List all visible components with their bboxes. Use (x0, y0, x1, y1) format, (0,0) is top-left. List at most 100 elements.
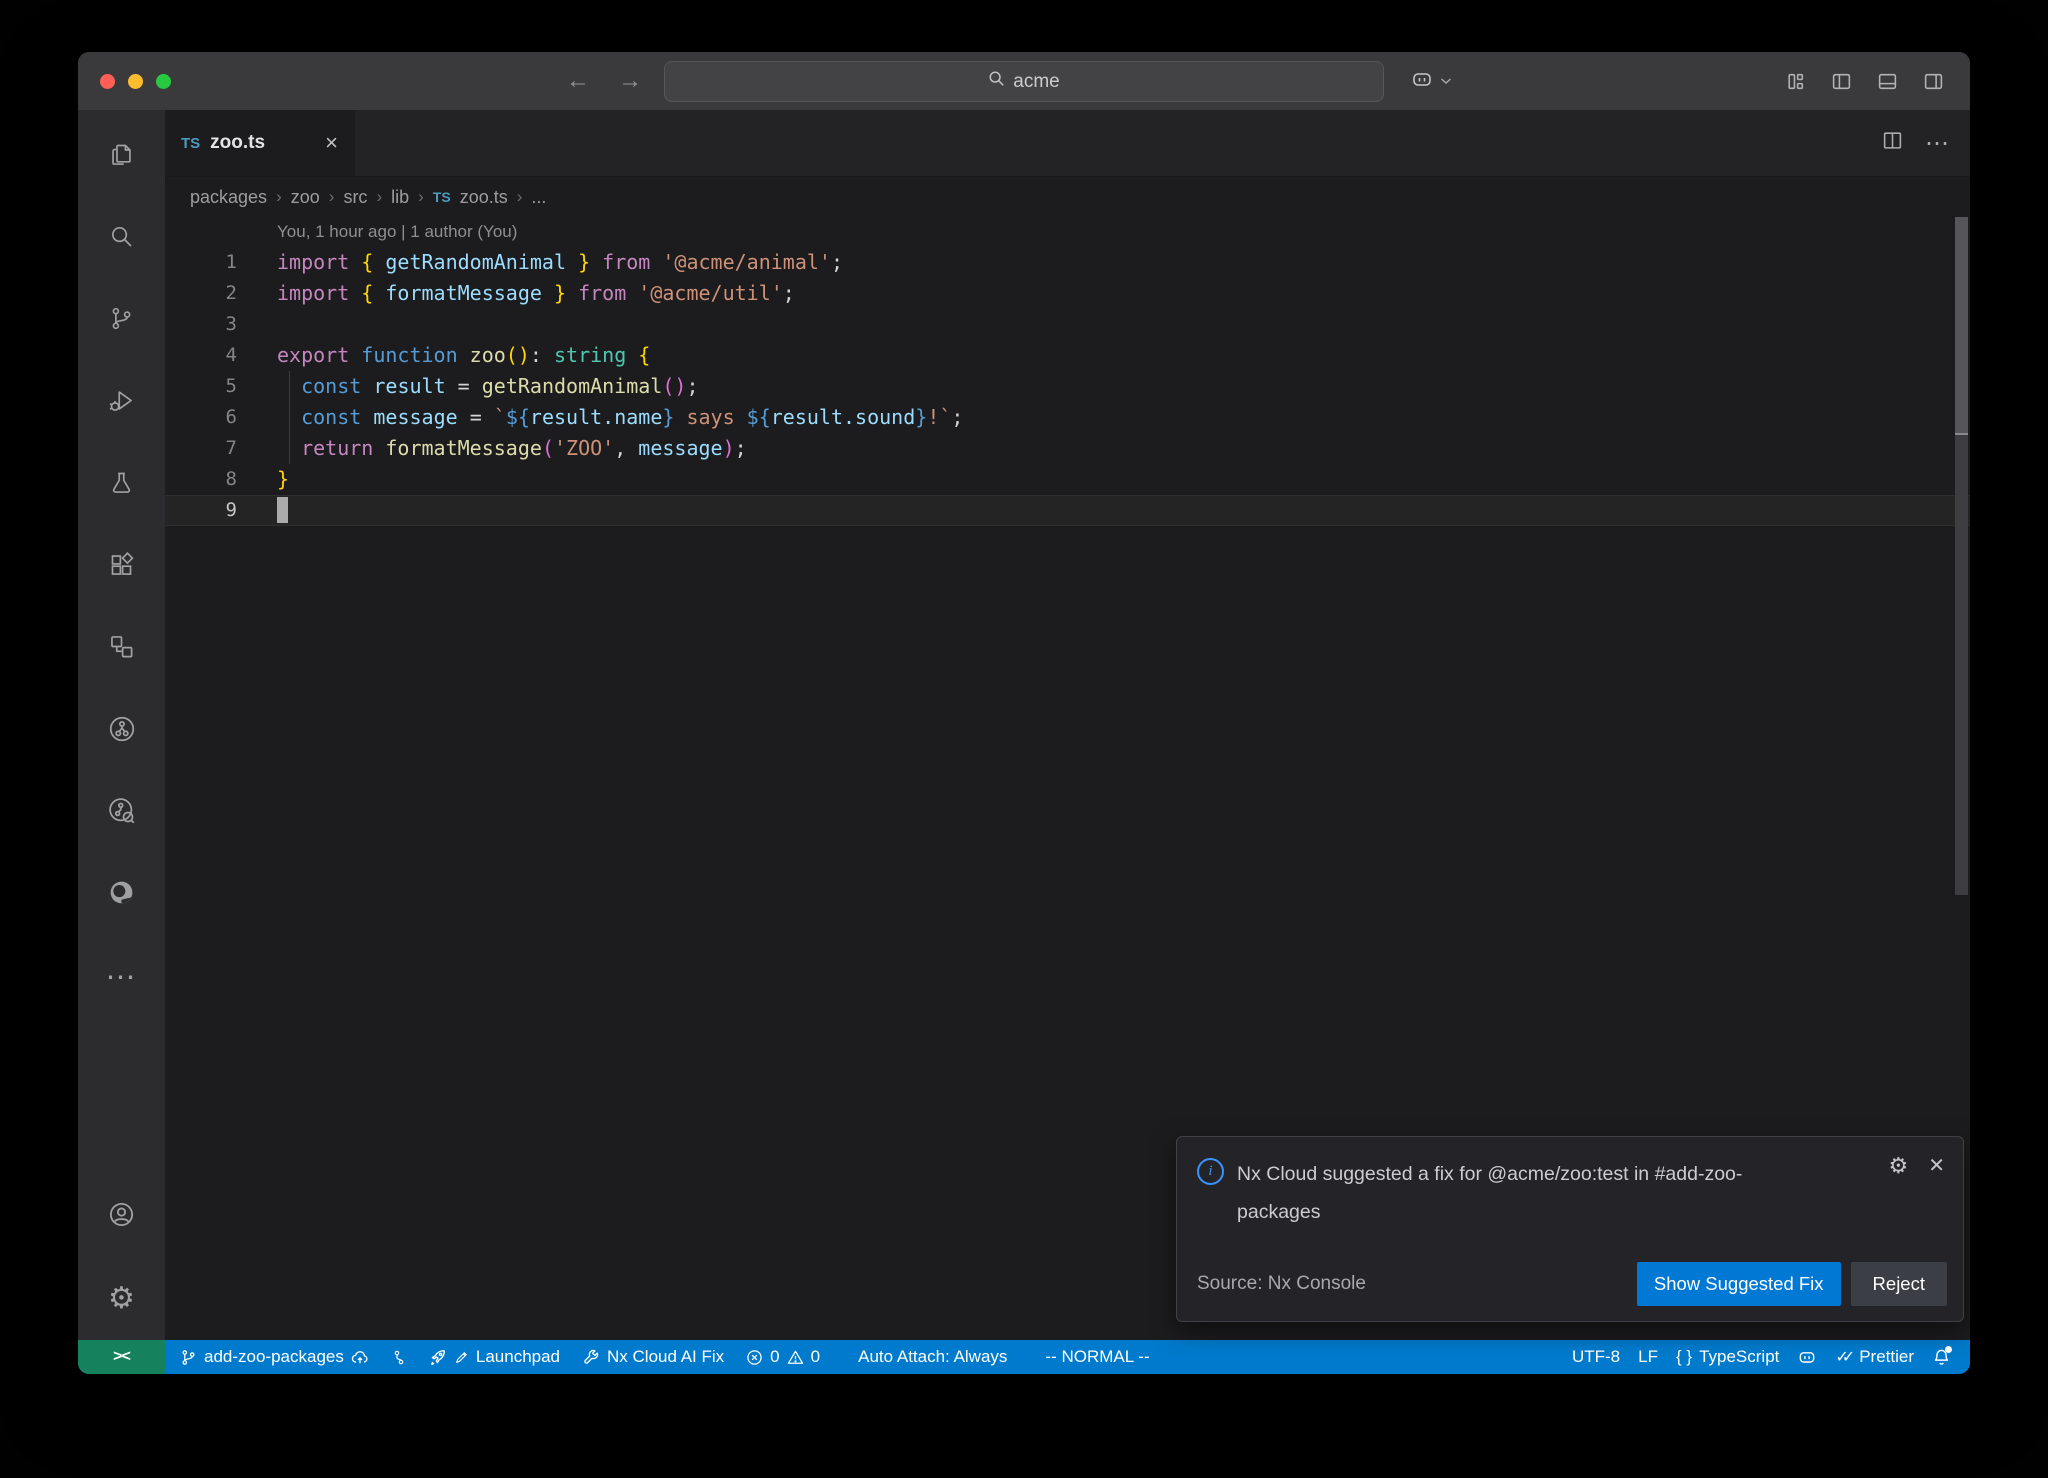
copilot-icon (1797, 1347, 1817, 1367)
code-line[interactable]: 3 (165, 309, 1970, 340)
eol-status-item[interactable]: LF (1629, 1340, 1667, 1374)
back-button[interactable]: ← (566, 67, 590, 95)
customize-layout-icon[interactable] (1785, 71, 1806, 92)
breadcrumb-item[interactable]: src (343, 187, 367, 208)
auto-attach-status-item[interactable]: Auto Attach: Always (849, 1340, 1016, 1374)
search-value: acme (1013, 71, 1059, 93)
indent-guide (289, 371, 290, 464)
info-icon: i (1197, 1158, 1224, 1185)
launchpad-status-item[interactable]: Launchpad (420, 1340, 569, 1374)
code-line[interactable]: 2import { formatMessage } from '@acme/ut… (165, 278, 1970, 309)
encoding-status-item[interactable]: UTF-8 (1563, 1340, 1629, 1374)
line-number[interactable]: 4 (165, 340, 237, 371)
more-icon: ⋯ (106, 960, 138, 995)
copilot-status-item[interactable] (1788, 1340, 1826, 1374)
git-graph-search-icon (107, 796, 137, 831)
copilot-menu[interactable] (1410, 52, 1452, 110)
chevron-down-icon (1440, 72, 1452, 90)
more-actions-icon[interactable]: ⋯ (1925, 129, 1950, 158)
account-button[interactable] (78, 1176, 165, 1258)
remote-indicator[interactable]: >< (78, 1340, 165, 1374)
breadcrumb-item[interactable]: lib (391, 187, 409, 208)
search-icon (108, 223, 135, 255)
vim-mode-status-item[interactable]: -- NORMAL -- (1036, 1340, 1158, 1374)
search-icon (988, 70, 1005, 93)
code-line[interactable]: 7 return formatMessage('ZOO', message); (165, 433, 1970, 464)
line-number[interactable]: 5 (165, 371, 237, 402)
notifications-bell-item[interactable] (1923, 1340, 1960, 1374)
sidebar-item-search[interactable] (78, 198, 165, 280)
code-line[interactable]: 8} (165, 464, 1970, 495)
git-graph-status-item[interactable] (382, 1340, 416, 1374)
line-number[interactable]: 7 (165, 433, 237, 464)
reject-button[interactable]: Reject (1851, 1262, 1947, 1306)
braces-icon: { } (1676, 1347, 1692, 1367)
minimize-window-button[interactable] (128, 74, 143, 89)
split-editor-icon[interactable] (1882, 130, 1903, 156)
close-window-button[interactable] (100, 74, 115, 89)
chevron-right-icon: › (517, 187, 523, 207)
sidebar-item-more[interactable]: ⋯ (78, 936, 165, 1018)
gear-icon: ⚙ (108, 1284, 135, 1314)
forward-button[interactable]: → (618, 67, 642, 95)
settings-button[interactable]: ⚙ (78, 1258, 165, 1340)
problems-status-item[interactable]: 0 0 (737, 1340, 829, 1374)
zoom-window-button[interactable] (156, 74, 171, 89)
code-line[interactable]: 9 (165, 495, 1970, 526)
beaker-icon (108, 469, 135, 501)
line-number[interactable]: 9 (165, 495, 237, 526)
chevron-right-icon: › (376, 187, 382, 207)
tab-zoo-ts[interactable]: TS zoo.ts × (165, 110, 355, 176)
activity-bar: ⋯ ⚙ (78, 110, 165, 1340)
sidebar-item-nx-cloud[interactable] (78, 690, 165, 772)
code-line[interactable]: 6 const message = `${result.name} says $… (165, 402, 1970, 433)
toggle-primary-sidebar-icon[interactable] (1831, 71, 1852, 92)
chevron-right-icon: › (276, 187, 282, 207)
editor-actions: ⋯ (1882, 110, 1970, 176)
files-icon (108, 141, 135, 173)
show-suggested-fix-button[interactable]: Show Suggested Fix (1637, 1262, 1841, 1306)
line-number[interactable]: 3 (165, 309, 237, 340)
typescript-file-icon: TS (433, 189, 451, 205)
pencil-icon (454, 1350, 469, 1365)
prettier-status-item[interactable]: ✓✓ Prettier (1826, 1340, 1923, 1374)
line-number[interactable]: 8 (165, 464, 237, 495)
toggle-secondary-sidebar-icon[interactable] (1923, 71, 1944, 92)
line-number[interactable]: 1 (165, 247, 237, 278)
warning-icon (787, 1349, 804, 1366)
command-center-search[interactable]: acme (664, 61, 1384, 102)
notification-close-icon[interactable]: ✕ (1928, 1156, 1945, 1176)
line-number[interactable]: 6 (165, 402, 237, 433)
code-line[interactable]: 4export function zoo(): string { (165, 340, 1970, 371)
layout-controls (1785, 52, 1944, 110)
vscode-window: ← → acme (78, 52, 1970, 1374)
notification-message: Nx Cloud suggested a fix for @acme/zoo:t… (1237, 1155, 1789, 1231)
toggle-panel-icon[interactable] (1877, 71, 1898, 92)
copilot-icon (1410, 67, 1434, 96)
nx-cloud-ai-fix-status-item[interactable]: Nx Cloud AI Fix (573, 1340, 733, 1374)
account-icon (107, 1200, 136, 1234)
sidebar-item-nx-console[interactable] (78, 608, 165, 690)
sidebar-item-run-debug[interactable] (78, 362, 165, 444)
breadcrumb-item[interactable]: zoo.ts (460, 187, 508, 208)
sidebar-item-source-control[interactable] (78, 280, 165, 362)
notification-source: Source: Nx Console (1197, 1273, 1366, 1295)
code-line[interactable]: 5 const result = getRandomAnimal(); (165, 371, 1970, 402)
branch-status-item[interactable]: add-zoo-packages (171, 1340, 378, 1374)
close-tab-icon[interactable]: × (325, 130, 338, 156)
breadcrumb-item[interactable]: zoo (291, 187, 320, 208)
titlebar: ← → acme (78, 52, 1970, 111)
breadcrumb-item[interactable]: ... (531, 187, 546, 208)
breadcrumb-item[interactable]: packages (190, 187, 267, 208)
sidebar-item-extensions[interactable] (78, 526, 165, 608)
sidebar-item-edge-browser[interactable] (78, 854, 165, 936)
sidebar-item-testing[interactable] (78, 444, 165, 526)
language-status-item[interactable]: { } TypeScript (1667, 1340, 1788, 1374)
line-number[interactable]: 2 (165, 278, 237, 309)
editor-scrollbar[interactable] (1955, 217, 1968, 895)
sidebar-item-git-graph[interactable] (78, 772, 165, 854)
sidebar-item-explorer[interactable] (78, 116, 165, 198)
git-branch-icon (108, 305, 135, 337)
code-line[interactable]: 1import { getRandomAnimal } from '@acme/… (165, 247, 1970, 278)
notification-settings-gear-icon[interactable]: ⚙ (1889, 1155, 1909, 1177)
